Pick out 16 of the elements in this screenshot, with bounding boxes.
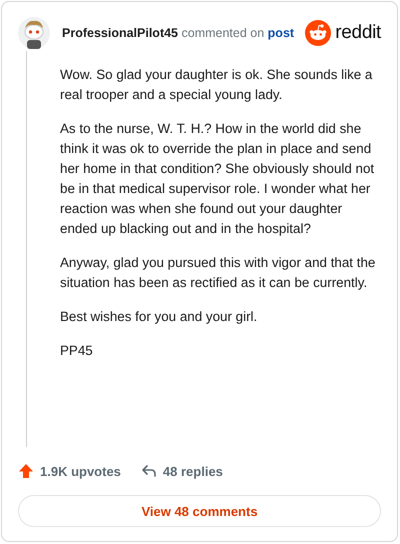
comment-paragraph: Best wishes for you and your girl. [60, 308, 258, 326]
comment-paragraph: PP45 [60, 342, 94, 360]
reply-count: 48 replies [162, 464, 223, 478]
view-comments-button[interactable]: View 48 comments [18, 495, 381, 527]
upvote-count: 1.9K upvotes [40, 464, 121, 478]
comment-paragraph: Anyway, glad you pursued this with vigor and that the situation has been as rectified as it can be currently. [60, 254, 376, 292]
author-name[interactable]: ProfessionalPilot45 [62, 26, 178, 40]
comment-paragraph: As to the nurse, W. T. H.? How in the world did she think it was ok to override the plan in place and send her home in that condition? She obviously should not be in that medical supervisor role. I wonder what her reaction was when she found out your daughter ended up blacking out and in the hospital? [60, 120, 376, 238]
avatar-icon [18, 17, 50, 49]
action-text: commented on [182, 26, 264, 40]
post-link[interactable]: post [268, 26, 294, 40]
upvote-icon[interactable] [18, 463, 34, 479]
brand-name: reddit [335, 22, 381, 44]
comment-paragraph: Wow. So glad your daughter is ok. She sounds like a real trooper and a special young lady. [60, 66, 374, 104]
reply-icon[interactable] [140, 463, 157, 479]
alien-logo-icon [305, 20, 332, 46]
